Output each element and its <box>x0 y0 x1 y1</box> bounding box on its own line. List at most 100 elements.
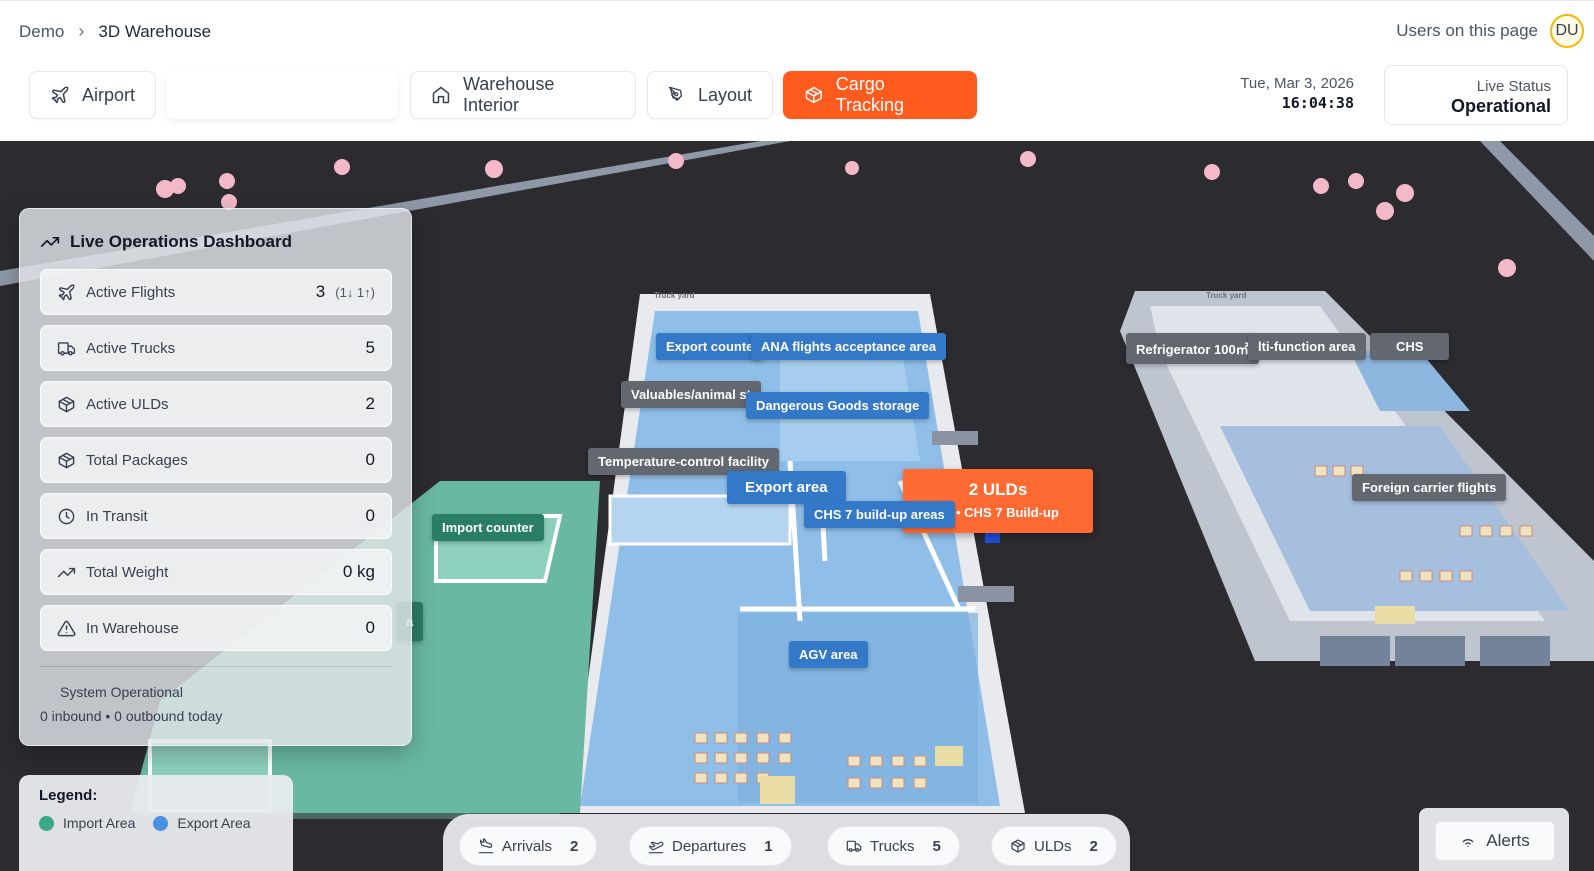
live-operations-dashboard: Live Operations Dashboard Active Flights… <box>19 208 412 746</box>
users-on-page: Users on this page DU <box>1396 14 1584 48</box>
legend-label: Import Area <box>63 815 136 831</box>
zone-refrigerator[interactable]: Refrigerator 100㎡ <box>1126 333 1259 364</box>
stat-value: 3 <box>315 282 326 301</box>
system-status: System Operational <box>60 684 183 700</box>
pill-arrivals[interactable]: Arrivals 2 <box>459 826 598 866</box>
blank-tab-slot <box>166 71 398 119</box>
tab-airport[interactable]: Airport <box>29 71 156 119</box>
top-header: Demo › 3D Warehouse Users on this page D… <box>0 0 1594 141</box>
zone-foreign-carrier[interactable]: Foreign carrier flights <box>1352 474 1507 501</box>
trending-up-icon <box>40 237 60 247</box>
pen-tool-icon <box>668 86 683 101</box>
alerts-panel: Alerts <box>1419 808 1569 871</box>
stat-label: In Warehouse <box>86 619 179 637</box>
pill-ulds[interactable]: ULDs 2 <box>991 826 1117 866</box>
zone-chs[interactable]: CHS <box>1370 333 1450 360</box>
alert-triangle-icon <box>57 620 76 636</box>
dashboard-title-text: Live Operations Dashboard <box>70 232 292 251</box>
tab-airport-label: Airport <box>81 84 135 105</box>
legend-swatch-export <box>153 815 169 831</box>
package-icon <box>1011 839 1025 853</box>
tab-cargo-tracking-label: Cargo Tracking <box>835 74 905 115</box>
datetime: Tue, Mar 3, 2026 16:04:38 <box>1240 75 1354 112</box>
live-status-label: Live Status <box>1476 78 1551 95</box>
current-date: Tue, Mar 3, 2026 <box>1240 75 1354 92</box>
package-icon <box>805 86 822 104</box>
pill-label: Trucks <box>870 837 915 855</box>
stat-value: 0 <box>365 618 375 637</box>
breadcrumb: Demo › 3D Warehouse <box>19 21 211 42</box>
clock-icon <box>58 508 75 524</box>
legend-item-import: Import Area <box>39 815 135 831</box>
stat-active-trucks[interactable]: Active Trucks 5 <box>40 325 392 371</box>
pill-departures[interactable]: Departures 1 <box>629 826 792 866</box>
pill-count: 2 <box>570 837 579 855</box>
legend-swatch-import <box>39 815 54 831</box>
legend-item-export: Export Area <box>153 815 251 831</box>
plane-takeoff-icon <box>648 841 664 854</box>
bottom-summary-bar: Arrivals 2 Departures 1 Trucks 5 ULDs 2 <box>443 814 1130 871</box>
zone-valuables[interactable]: Valuables/animal st <box>621 381 761 408</box>
pill-count: 1 <box>764 837 773 855</box>
stat-in-transit[interactable]: In Transit 0 <box>40 493 392 539</box>
zone-ana-acceptance[interactable]: ANA flights acceptance area <box>751 333 947 360</box>
tab-layout[interactable]: Layout <box>647 71 773 119</box>
uld-callout-title: 2 ULDs <box>968 480 1028 499</box>
stat-sub: (1↓ 1↑) <box>335 284 375 300</box>
trending-up-icon <box>57 567 76 577</box>
stat-value: 0 kg <box>342 562 375 581</box>
stat-value: 5 <box>365 338 375 357</box>
stat-label: Total Weight <box>86 563 169 581</box>
breadcrumb-demo[interactable]: Demo <box>19 22 64 42</box>
legend-label: Export Area <box>177 815 251 831</box>
zone-agv-area[interactable]: AGV area <box>789 641 868 668</box>
zone-chs7-buildup[interactable]: CHS 7 build-up areas <box>804 501 955 528</box>
tab-warehouse-interior[interactable]: Warehouse Interior <box>410 71 636 119</box>
zone-export-area[interactable]: Export area <box>727 471 846 504</box>
pill-label: Arrivals <box>502 837 553 855</box>
stat-active-ulds[interactable]: Active ULDs 2 <box>40 381 392 427</box>
package-icon <box>58 452 75 468</box>
stat-value: 2 <box>365 394 375 413</box>
legend-title: Legend: <box>39 787 98 804</box>
home-icon <box>432 86 450 104</box>
pill-label: Departures <box>672 837 747 855</box>
dashboard-title: Live Operations Dashboard <box>40 232 292 252</box>
avatar[interactable]: DU <box>1550 14 1584 48</box>
truck-icon <box>846 840 862 852</box>
stat-label: In Transit <box>86 507 148 525</box>
pill-trucks[interactable]: Trucks 5 <box>827 826 960 866</box>
zone-export-counter[interactable]: Export counte <box>656 333 764 360</box>
plane-icon <box>51 86 69 104</box>
stat-label: Active ULDs <box>86 395 169 413</box>
package-icon <box>58 396 75 412</box>
zone-import-counter[interactable]: Import counter <box>432 514 544 541</box>
truck-icon <box>57 341 76 356</box>
stat-total-weight[interactable]: Total Weight 0 kg <box>40 549 392 595</box>
daily-flow-summary: 0 inbound • 0 outbound today <box>40 708 223 724</box>
pill-count: 2 <box>1089 837 1098 855</box>
alerts-label: Alerts <box>1486 831 1530 850</box>
stat-label: Active Trucks <box>86 339 176 357</box>
current-time: 16:04:38 <box>1281 94 1354 112</box>
alerts-button[interactable]: Alerts <box>1435 821 1555 861</box>
stat-value: 0 <box>365 506 375 525</box>
pill-label: ULDs <box>1034 837 1072 855</box>
plane-icon <box>58 284 75 300</box>
live-status-value: Operational <box>1450 96 1551 116</box>
dashboard-divider <box>40 666 392 667</box>
chevron-right-icon: › <box>78 21 85 41</box>
zone-multi-function[interactable]: lti-function area <box>1248 333 1366 360</box>
tab-cargo-tracking[interactable]: Cargo Tracking <box>783 71 977 119</box>
tab-layout-label: Layout <box>697 84 752 105</box>
stat-active-flights[interactable]: Active Flights 3 (1↓ 1↑) <box>40 269 392 315</box>
stat-total-packages[interactable]: Total Packages 0 <box>40 437 392 483</box>
stat-in-warehouse[interactable]: In Warehouse 0 <box>40 605 392 651</box>
stat-label: Active Flights <box>86 283 176 301</box>
plane-landing-icon <box>478 838 494 854</box>
zone-dangerous-goods[interactable]: Dangerous Goods storage <box>746 392 930 419</box>
tab-warehouse-interior-label: Warehouse Interior <box>462 74 555 115</box>
zone-truck-yard-2: Truck yard <box>1206 291 1247 300</box>
live-status-card: Live Status Operational <box>1384 65 1568 125</box>
zone-truck-yard-1: Truck yard <box>654 291 695 300</box>
